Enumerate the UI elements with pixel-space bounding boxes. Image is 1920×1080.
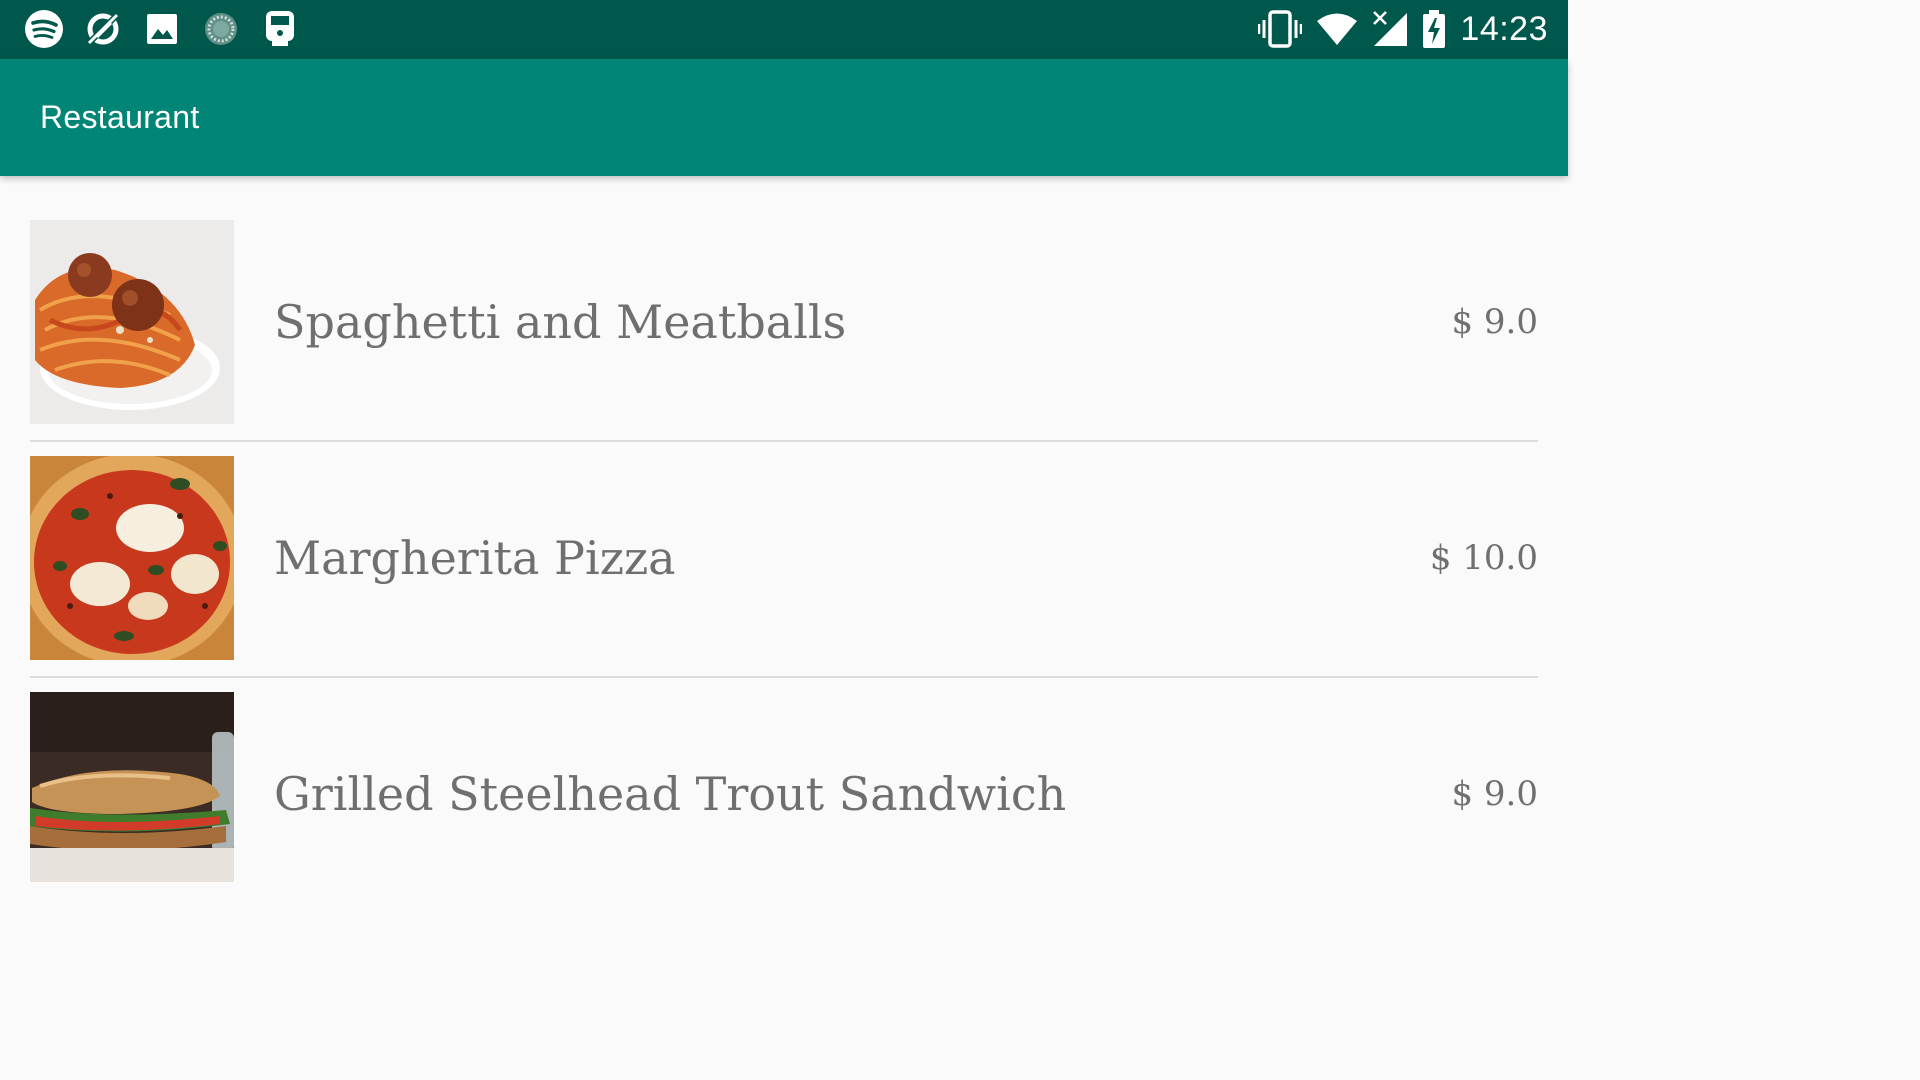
menu-item-pizza[interactable]: Margherita Pizza $ 10.0 [0,412,1568,678]
menu-item-spaghetti[interactable]: Spaghetti and Meatballs $ 9.0 [0,176,1568,442]
item-price: $ 10.0 [1429,538,1538,578]
item-name: Spaghetti and Meatballs [274,295,847,349]
item-name: Grilled Steelhead Trout Sandwich [274,767,1067,821]
train-icon [260,9,300,49]
sync-progress-icon [201,9,241,49]
no-data-saver-icon [83,9,123,49]
image-icon [142,9,182,49]
spotify-icon [24,9,64,49]
wifi-icon [1316,9,1358,49]
app-title: Restaurant [40,99,200,135]
sandwich-image [30,692,234,882]
item-price: $ 9.0 [1451,774,1538,814]
vibrate-icon [1258,9,1303,49]
signal-icon [1372,9,1408,49]
menu-item-sandwich[interactable]: Grilled Steelhead Trout Sandwich $ 9.0 [0,648,1568,882]
item-price: $ 9.0 [1451,302,1538,342]
pizza-image [30,456,234,660]
item-name: Margherita Pizza [274,531,676,585]
status-bar: 14:23 [0,0,1568,59]
app-bar: Restaurant [0,59,1568,176]
system-icons: 14:23 [1244,6,1548,52]
battery-charging-icon [1422,9,1446,49]
spaghetti-image [30,220,234,424]
clock: 14:23 [1460,9,1548,48]
notification-icons [24,9,319,49]
menu-list[interactable]: Spaghetti and Meatballs $ 9.0 Margherita… [0,176,1568,882]
